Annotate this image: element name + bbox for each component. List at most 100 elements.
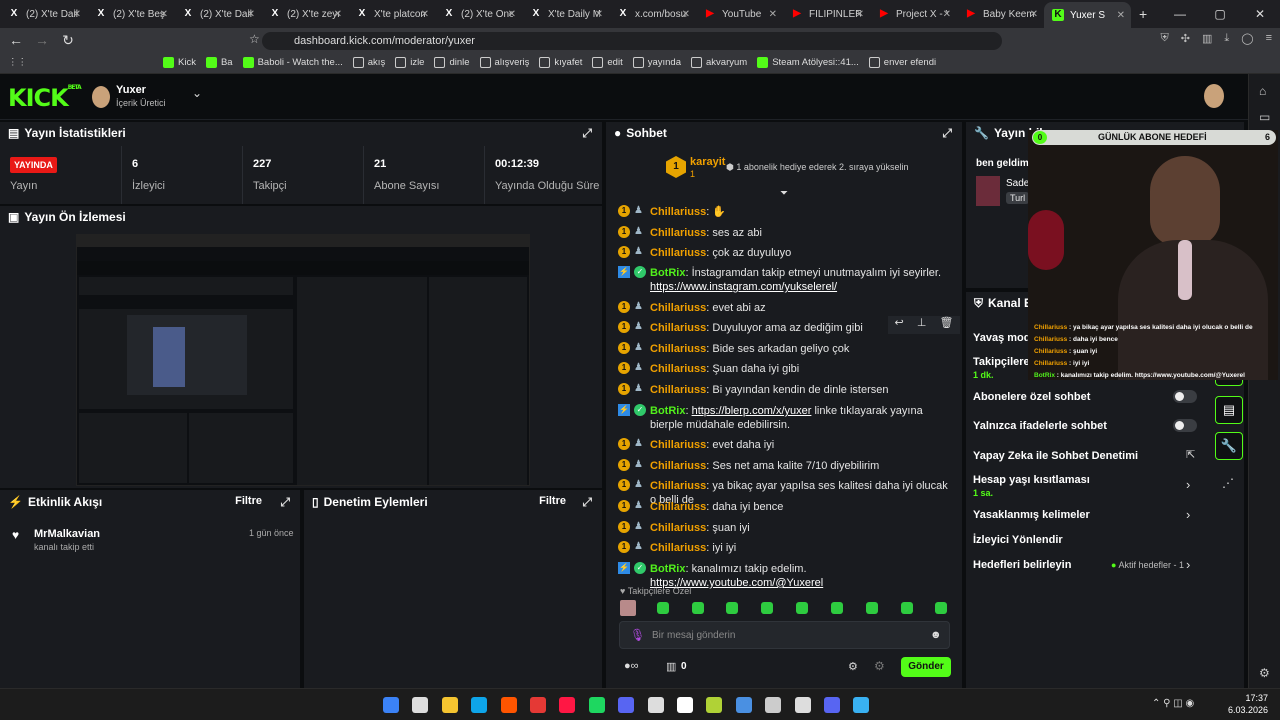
chat-username[interactable]: Chillariuss: [650, 542, 706, 554]
bookmark-item[interactable]: Steam Atölyesi::41...: [757, 57, 859, 68]
send-button[interactable]: Gönder: [901, 657, 951, 677]
pin-icon[interactable]: ⊥: [917, 316, 927, 334]
banned-words-row[interactable]: Yasaklanmış kelimeler: [973, 509, 1090, 521]
browser-tab[interactable]: K Yuxer S ✕: [1044, 2, 1131, 28]
emote-button[interactable]: [761, 602, 773, 614]
wrench-icon[interactable]: 🔧: [1215, 432, 1243, 460]
emote-button[interactable]: [866, 602, 878, 614]
emote-avatar[interactable]: [620, 600, 636, 616]
emote-button[interactable]: [935, 602, 947, 614]
trash-icon[interactable]: 🗑: [939, 316, 953, 334]
emote-button[interactable]: [831, 602, 843, 614]
bookmark-item[interactable]: alışveriş: [479, 57, 529, 68]
bookmark-item[interactable]: enver efendi: [868, 57, 936, 68]
browser-tab[interactable]: X X'te Daily Mag✕: [522, 2, 609, 26]
browser-tab[interactable]: ▶ YouTube ✕: [696, 2, 783, 26]
edge-icon[interactable]: [471, 697, 488, 713]
app-icon[interactable]: [677, 697, 693, 713]
chat-username[interactable]: Chillariuss: [650, 439, 706, 451]
stream-preview-video[interactable]: [76, 234, 530, 486]
kick-logo[interactable]: KICKBETA: [8, 84, 82, 112]
viewers-icon[interactable]: ●∞: [624, 660, 639, 672]
chat-message[interactable]: 1 ♟ Chillariuss: daha iyi bence: [618, 500, 948, 514]
apps-grid-icon[interactable]: ⋮⋮: [8, 57, 27, 68]
close-tab-icon[interactable]: ✕: [160, 9, 168, 20]
app-icon[interactable]: [735, 697, 752, 713]
close-tab-icon[interactable]: ✕: [595, 9, 603, 20]
maximize-icon[interactable]: ▢: [1200, 7, 1240, 21]
bookmark-star-icon[interactable]: ☆: [249, 32, 260, 46]
app-icon[interactable]: [706, 697, 723, 713]
browser-tab[interactable]: ▶ Baby Keem & K✕: [957, 2, 1044, 26]
chat-message[interactable]: 1 ♟ Chillariuss: Ses net ama kalite 7/10 d…: [618, 459, 948, 473]
bookmark-item[interactable]: Ba: [205, 57, 233, 68]
chevron-right-icon[interactable]: ›: [1186, 507, 1190, 522]
app-icon[interactable]: [765, 697, 782, 713]
settings-gear-icon[interactable]: ⚙: [1259, 666, 1270, 680]
bookmark-item[interactable]: Kick: [163, 57, 196, 68]
chat-message[interactable]: 1 ♟ Chillariuss: iyi iyi: [618, 541, 948, 555]
chat-message[interactable]: 1 ♟ Chillariuss: evet daha iyi: [618, 438, 948, 452]
chat-username[interactable]: Chillariuss: [650, 384, 706, 396]
url-field[interactable]: dashboard.kick.com/moderator/yuxer: [262, 32, 1002, 50]
archive-icon[interactable]: ▥: [666, 660, 676, 673]
spotify-icon[interactable]: [588, 697, 605, 713]
chat-username[interactable]: Chillariuss: [650, 247, 706, 259]
expand-icon[interactable]: ⤢: [942, 126, 952, 141]
browser-tab[interactable]: ▶ FİLİPİNLER'İN Ş✕: [783, 2, 870, 26]
chat-message[interactable]: 1 ♟ Chillariuss: şuan iyi: [618, 521, 948, 535]
close-tab-icon[interactable]: ✕: [334, 9, 342, 20]
profile-icon[interactable]: ◯: [1241, 32, 1253, 45]
chat-username[interactable]: Chillariuss: [650, 343, 706, 355]
chat-settings-icon[interactable]: ⚙: [848, 660, 858, 673]
chat-username[interactable]: Chillariuss: [650, 206, 706, 218]
file-explorer-icon[interactable]: [441, 697, 458, 713]
emote-button[interactable]: [692, 602, 704, 614]
minimize-icon[interactable]: —: [1160, 7, 1200, 21]
browser-tab[interactable]: X (2) X'te Onedio✕: [435, 2, 522, 26]
puzzle-icon[interactable]: ✣: [1181, 32, 1190, 45]
new-tab-icon[interactable]: +: [1139, 6, 1147, 22]
chevron-down-icon[interactable]: ⌄: [192, 86, 202, 100]
chat-link[interactable]: https://www.instagram.com/yukselerel/: [650, 281, 837, 293]
scroll-down-icon[interactable]: ⏷: [780, 188, 788, 199]
browser-tab[interactable]: X (2) X'te Beşiktaş✕: [87, 2, 174, 26]
epic-games-icon[interactable]: [794, 697, 811, 713]
chevron-right-icon[interactable]: ›: [1186, 557, 1190, 572]
chat-username[interactable]: Chillariuss: [650, 501, 706, 513]
start-icon[interactable]: [383, 697, 399, 713]
close-tab-icon[interactable]: ✕: [1030, 9, 1038, 20]
bookmark-item[interactable]: izle: [395, 57, 424, 68]
chat-message[interactable]: ⚡ ✓ BotRix: İnstagramdan takip etmeyi unut…: [618, 266, 948, 294]
browser-tab[interactable]: X (2) X'te Daily M✕: [174, 2, 261, 26]
microphone-icon[interactable]: 🎙: [630, 628, 645, 642]
activity-filter-button[interactable]: Filtre: [235, 495, 262, 507]
chat-username[interactable]: Chillariuss: [650, 227, 706, 239]
chat-username[interactable]: Chillariuss: [650, 460, 706, 472]
steam-icon[interactable]: [647, 697, 664, 713]
close-tab-icon[interactable]: ✕: [508, 9, 516, 20]
bookmark-item[interactable]: yayında: [632, 57, 681, 68]
channel-avatar[interactable]: [92, 86, 110, 108]
search-icon[interactable]: [412, 697, 429, 713]
close-tab-icon[interactable]: ✕: [73, 9, 81, 20]
close-tab-icon[interactable]: ✕: [682, 9, 690, 20]
close-tab-icon[interactable]: ✕: [421, 9, 429, 20]
bot-icon[interactable]: ⚙: [874, 659, 885, 673]
cup-icon[interactable]: [530, 697, 546, 713]
discord-icon[interactable]: [618, 697, 635, 713]
back-icon[interactable]: ←: [6, 32, 26, 48]
account-age-row[interactable]: Hesap yaşı kısıtlaması 1 sa.: [973, 474, 1090, 498]
chat-message[interactable]: 1 ♟ Chillariuss: ✋: [618, 205, 948, 219]
close-window-icon[interactable]: ✕: [1240, 7, 1280, 21]
app-icon[interactable]: [824, 697, 840, 713]
opera-icon[interactable]: [559, 697, 576, 713]
browser-tab[interactable]: ▶ Project X - Yea✕: [870, 2, 957, 26]
slow-mode-row[interactable]: Yavaş mod: [973, 332, 1030, 344]
emote-button[interactable]: [657, 602, 669, 614]
expand-icon[interactable]: ⤢: [280, 495, 290, 510]
close-tab-icon[interactable]: ✕: [1117, 10, 1125, 21]
chat-username[interactable]: Chillariuss: [650, 322, 706, 334]
media-icon[interactable]: ▭: [1259, 110, 1270, 124]
reload-icon[interactable]: ↻: [58, 32, 78, 49]
